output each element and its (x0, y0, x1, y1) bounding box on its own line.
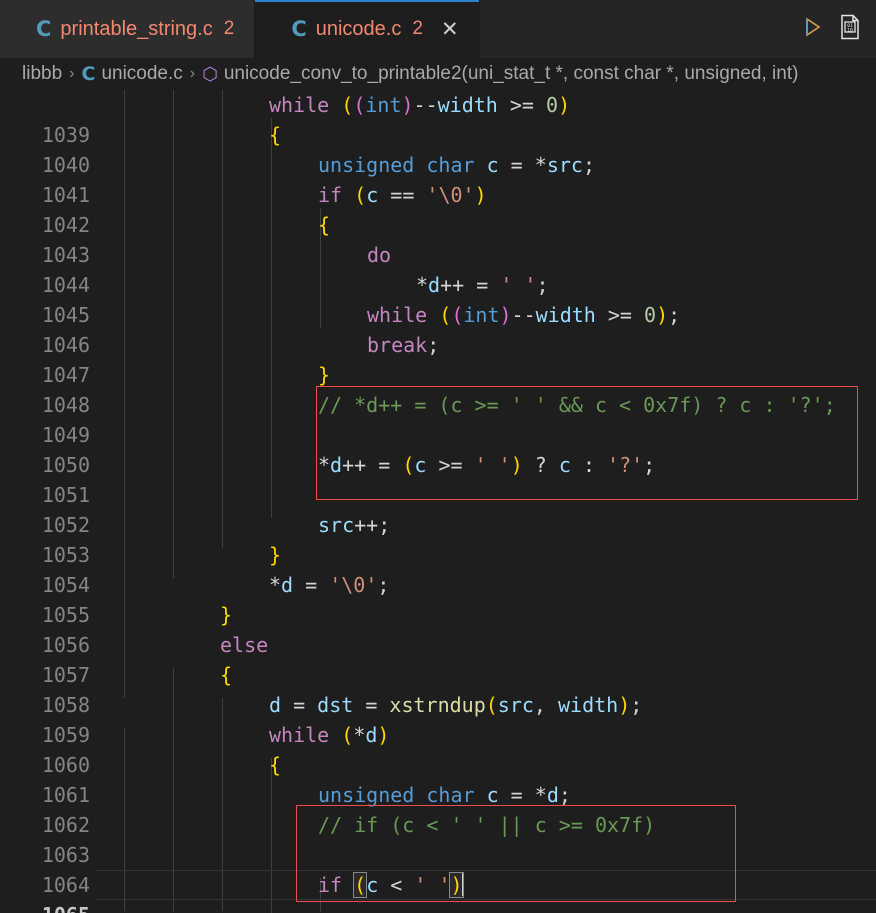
breadcrumb-item-symbol[interactable]: unicode_conv_to_printable2(uni_stat_t *,… (224, 63, 799, 85)
symbol-method-icon: ⬡ (202, 63, 218, 85)
code-line: 1043 { (0, 210, 876, 267)
chevron-right-icon: › (69, 65, 75, 82)
chevron-right-icon: › (189, 65, 196, 82)
line-content: { (269, 123, 282, 147)
code-line: 1054 } (0, 540, 876, 597)
line-content: } (269, 543, 282, 567)
vscode-window: C printable_string.c 2 C unicode.c 2 ✕ 0… (0, 0, 876, 913)
code-line: 1041 unsigned char c = *src; (0, 150, 876, 207)
breadcrumb-item-file[interactable]: unicode.c (101, 63, 182, 85)
text-cursor (461, 872, 464, 896)
line-content: else (220, 633, 269, 657)
line-content: d = dst = xstrndup(src, width); (269, 693, 643, 717)
play-triangle-icon[interactable] (800, 15, 824, 44)
code-line: 1057 else (0, 630, 876, 687)
code-line: 1063 // if (c < ' ' || c >= 0x7f) (0, 810, 876, 867)
tab-problem-count: 2 (412, 18, 423, 39)
code-line: 1047 break; (0, 330, 876, 387)
code-line: 1062 unsigned char c = *d; (0, 780, 876, 837)
code-line: 1059 d = dst = xstrndup(src, width); (0, 690, 876, 747)
code-editor[interactable]: 1039 while ((int)--width >= 0) 1040 { 10… (0, 90, 876, 913)
tab-label: unicode.c (315, 17, 402, 40)
editor-actions: 01 10 (800, 0, 876, 58)
line-content: break; (367, 333, 440, 357)
close-icon[interactable]: ✕ (441, 19, 459, 40)
line-content: { (220, 663, 233, 687)
code-line: 1046 while ((int)--width >= 0); (0, 300, 876, 357)
code-line: 1050 (0, 420, 876, 477)
line-content: // *d++ = (c >= ' ' && c < 0x7f) ? c : '… (318, 393, 836, 417)
breadcrumb: libbb › C unicode.c › ⬡ unicode_conv_to_… (0, 58, 876, 90)
code-line: 1042 if (c == '\0') (0, 180, 876, 237)
line-content: } (318, 363, 331, 387)
code-line: 1040 { (0, 120, 876, 177)
code-line: 1048 } (0, 360, 876, 417)
line-content: *d++ = ' '; (416, 273, 549, 297)
tab-bar-filler (479, 0, 800, 58)
c-file-icon: C (291, 16, 307, 41)
code-line: 1061 { (0, 750, 876, 807)
line-content: unsigned char c = *d; (318, 783, 571, 807)
code-line: 1066 (0, 900, 876, 913)
code-line: 1049 // *d++ = (c >= ' ' && c < 0x7f) ? … (0, 390, 876, 447)
code-line: 1056 } (0, 600, 876, 657)
c-file-icon: C (81, 63, 96, 85)
line-content: if (c == '\0') (318, 183, 487, 207)
code-lines: 1039 while ((int)--width >= 0) 1040 { 10… (0, 90, 876, 913)
tab-list: C printable_string.c 2 C unicode.c 2 ✕ (0, 0, 480, 58)
line-content: } (220, 603, 233, 627)
breadcrumb-item-folder[interactable]: libbb (22, 63, 62, 85)
line-content: while (*d) (269, 723, 390, 747)
line-content: // if (c < ' ' || c >= 0x7f) (318, 813, 656, 837)
line-content: if (c < ' ') (318, 872, 464, 898)
line-content: src++; (318, 513, 391, 537)
line-content: *d++ = (c >= ' ') ? c : '?'; (318, 453, 656, 477)
tab-printable_string-c[interactable]: C printable_string.c 2 (0, 0, 256, 58)
line-content: { (318, 213, 331, 237)
line-content: { (269, 753, 282, 777)
line-content: do (367, 243, 392, 267)
tab-unicode-c[interactable]: C unicode.c 2 ✕ (255, 0, 480, 58)
code-line: 1053 src++; (0, 510, 876, 567)
c-file-icon: C (36, 16, 52, 41)
code-line: 1055 *d = '\0'; (0, 570, 876, 627)
code-line: 1052 (0, 480, 876, 537)
line-content: while ((int)--width >= 0); (367, 303, 681, 327)
code-line: 1039 while ((int)--width >= 0) (0, 90, 876, 147)
editor-tab-bar: C printable_string.c 2 C unicode.c 2 ✕ 0… (0, 0, 876, 58)
tab-problem-count: 2 (223, 18, 235, 39)
code-line: 1045 *d++ = ' '; (0, 270, 876, 327)
code-line: 1058 { (0, 660, 876, 717)
tab-label: printable_string.c (60, 17, 213, 40)
svg-text:10: 10 (847, 27, 853, 33)
line-content: while ((int)--width >= 0) (269, 93, 571, 117)
code-line: 1044 do (0, 240, 876, 297)
code-line: 1060 while (*d) (0, 720, 876, 777)
code-line: 1051 *d++ = (c >= ' ') ? c : '?'; (0, 450, 876, 507)
line-content: *d = '\0'; (269, 573, 390, 597)
binary-file-icon[interactable]: 01 10 (838, 14, 862, 45)
code-line: 1064 (0, 840, 876, 897)
line-content: unsigned char c = *src; (318, 153, 595, 177)
code-line-active: 1065 if (c < ' ') (0, 870, 876, 913)
